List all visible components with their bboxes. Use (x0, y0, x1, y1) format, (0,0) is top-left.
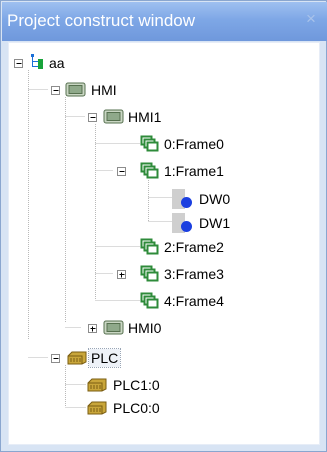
project-tree[interactable]: aa HMI HMI1 0:Frame0 1:Frame1 DW0 DW1 2:… (8, 42, 320, 445)
frame-icon (140, 162, 160, 185)
tree-label: PLC0:0 (113, 400, 160, 416)
close-icon[interactable]: × (300, 8, 322, 30)
collapse-toggle[interactable] (14, 59, 23, 68)
tree-node-hmi[interactable]: HMI (9, 78, 129, 102)
plc-icon (86, 399, 108, 422)
tree-label: PLC1:0 (113, 377, 160, 393)
collapse-toggle[interactable] (117, 167, 126, 176)
frame-icon (140, 265, 160, 288)
tree-label: HMI0 (128, 320, 162, 336)
frame-icon (140, 135, 160, 158)
tree-node-frame4[interactable]: 4:Frame4 (9, 289, 229, 313)
expand-toggle[interactable] (117, 270, 126, 279)
tree-label: aa (49, 55, 65, 71)
tree-node-dw0[interactable]: DW0 (9, 186, 259, 210)
collapse-toggle[interactable] (51, 354, 60, 363)
tree-label: 3:Frame3 (164, 266, 224, 282)
expand-toggle[interactable] (88, 324, 97, 333)
plc-icon (66, 349, 88, 372)
tree-label: DW0 (199, 191, 231, 207)
tree-label-selected: PLC (87, 348, 122, 368)
tree-node-frame0[interactable]: 0:Frame0 (9, 132, 229, 156)
tree-label: 2:Frame2 (164, 239, 224, 255)
window-title: Project construct window (7, 11, 196, 30)
frame-icon (140, 238, 160, 261)
tree-label: HMI1 (128, 109, 162, 125)
tree-node-plc1[interactable]: PLC1:0 (9, 373, 179, 397)
tree-label: 0:Frame0 (164, 136, 224, 152)
project-construct-window: Project construct window × aa HMI HMI1 0… (0, 0, 327, 452)
monitor-icon (103, 319, 125, 342)
frame-icon (140, 292, 160, 315)
title-bar[interactable]: Project construct window × (2, 2, 327, 41)
tree-node-plc0[interactable]: PLC0:0 (9, 396, 179, 420)
project-tree-icon (29, 53, 45, 76)
tree-label: 1:Frame1 (164, 163, 224, 179)
tree-label: DW1 (199, 215, 231, 231)
tree-label: HMI (91, 82, 117, 98)
tree-node-frame2[interactable]: 2:Frame2 (9, 235, 229, 259)
tree-node-hmi0[interactable]: HMI0 (9, 316, 169, 340)
tree-node-plc[interactable]: PLC (9, 346, 139, 370)
tree-node-dw1[interactable]: DW1 (9, 210, 259, 234)
tree-node-root[interactable]: aa (9, 51, 129, 75)
collapse-toggle[interactable] (51, 86, 60, 95)
monitor-icon (65, 81, 87, 104)
monitor-icon (103, 108, 125, 131)
collapse-toggle[interactable] (88, 113, 97, 122)
tree-node-frame3[interactable]: 3:Frame3 (9, 262, 229, 286)
tree-label: 4:Frame4 (164, 293, 224, 309)
tree-node-hmi1[interactable]: HMI1 (9, 105, 169, 129)
tree-node-frame1[interactable]: 1:Frame1 (9, 159, 229, 183)
